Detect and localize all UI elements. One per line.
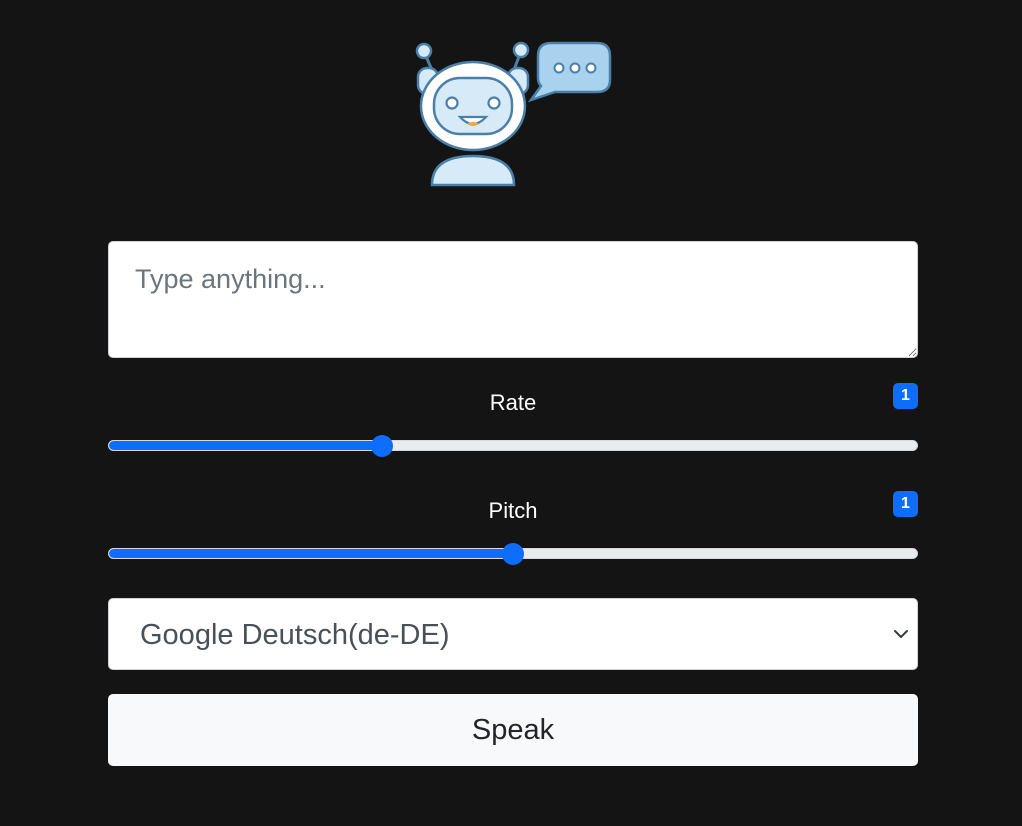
pitch-label: Pitch <box>488 498 538 523</box>
speak-button[interactable]: Speak <box>108 694 918 766</box>
voice-select[interactable]: Google Deutsch(de-DE) <box>108 598 918 670</box>
pitch-slider[interactable] <box>108 543 918 565</box>
robot-logo-icon <box>415 41 612 187</box>
rate-slider-track[interactable] <box>108 440 918 451</box>
chevron-down-icon <box>894 630 908 638</box>
rate-value-badge: 1 <box>893 383 918 409</box>
rate-slider[interactable] <box>108 435 918 457</box>
rate-label: Rate <box>489 390 537 415</box>
pitch-slider-handle[interactable] <box>502 543 524 565</box>
text-to-speech-app: Rate 1 Pitch 1 Google Deutsch(de-DE) Spe… <box>0 0 1022 826</box>
rate-slider-fill <box>109 441 383 450</box>
rate-control: Rate 1 <box>108 383 918 457</box>
text-input[interactable] <box>108 241 918 358</box>
pitch-slider-fill <box>109 549 514 558</box>
rate-slider-handle[interactable] <box>371 435 393 457</box>
pitch-value-badge: 1 <box>893 491 918 517</box>
pitch-control: Pitch 1 <box>108 491 918 565</box>
voice-select-value: Google Deutsch(de-DE) <box>140 619 450 651</box>
